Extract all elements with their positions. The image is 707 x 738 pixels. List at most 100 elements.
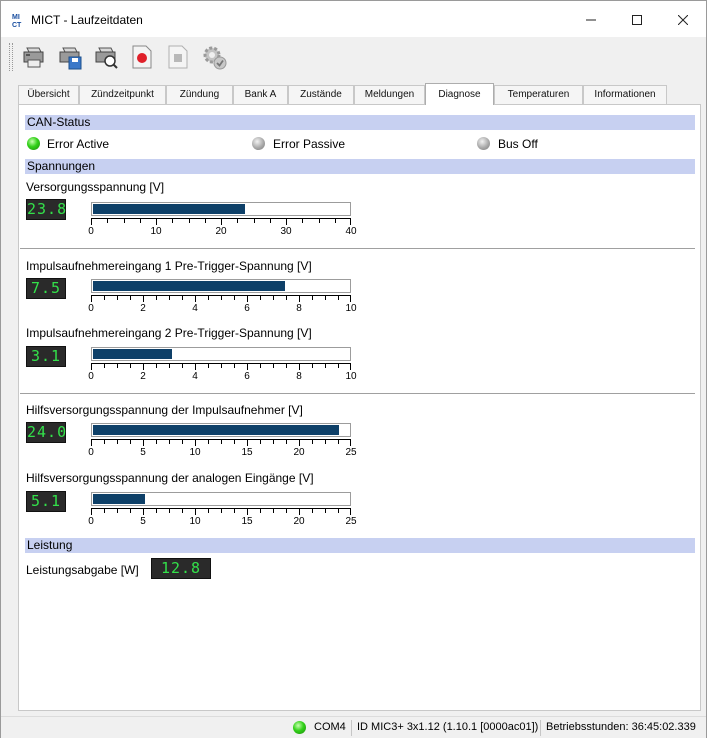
minor-tick — [221, 439, 222, 444]
record-icon — [132, 45, 152, 69]
minor-tick — [156, 439, 157, 444]
major-tick — [247, 439, 248, 446]
minor-tick — [107, 218, 108, 223]
mict-logo-icon: MI CT — [11, 12, 27, 28]
minimize-button[interactable] — [568, 1, 614, 37]
minor-tick — [189, 218, 190, 223]
minor-tick — [312, 508, 313, 513]
tick-label: 10 — [345, 371, 357, 382]
minor-tick — [130, 439, 131, 444]
major-tick — [143, 439, 144, 446]
bar-hilfsversorgung-analog — [91, 492, 351, 506]
minor-tick — [156, 295, 157, 300]
status-bar: COM4 ID MIC3+ 3x1.12 (1.10.1 [0000ac01])… — [1, 716, 706, 738]
minor-tick — [117, 363, 118, 368]
settings-button[interactable] — [199, 41, 229, 73]
minor-tick — [182, 295, 183, 300]
error-active-led-icon — [27, 137, 40, 150]
minor-tick — [273, 439, 274, 444]
minor-tick — [312, 363, 313, 368]
tick-label: 10 — [189, 516, 201, 527]
major-tick — [195, 439, 196, 446]
tick-label: 5 — [140, 516, 146, 527]
gauge-label-hilfsversorgung-impuls: Hilfsversorgungsspannung der Impulsaufne… — [26, 403, 303, 417]
tick-label: 20 — [215, 226, 227, 237]
minor-tick — [325, 363, 326, 368]
major-tick — [195, 508, 196, 515]
error-passive-label: Error Passive — [273, 137, 346, 151]
minor-tick — [104, 439, 105, 444]
bus-off-led-icon — [477, 137, 490, 150]
minor-tick — [124, 218, 125, 223]
tab-zuendzeitpunkt[interactable]: Zündzeitpunkt — [79, 85, 166, 104]
tab-zuendung[interactable]: Zündung — [166, 85, 233, 104]
bar-fill — [93, 204, 245, 214]
tick-label: 0 — [88, 447, 94, 458]
major-tick — [143, 295, 144, 302]
minor-tick — [286, 508, 287, 513]
status-separator — [540, 720, 541, 736]
major-tick — [91, 218, 92, 225]
major-tick — [195, 295, 196, 302]
minor-tick — [156, 508, 157, 513]
minor-tick — [286, 363, 287, 368]
tick-label: 8 — [296, 371, 302, 382]
minor-tick — [338, 363, 339, 368]
bar-fill — [93, 425, 339, 435]
tick-label: 6 — [244, 303, 250, 314]
minor-tick — [234, 439, 235, 444]
minor-tick — [182, 363, 183, 368]
print-button[interactable] — [19, 41, 49, 73]
tab-meldungen[interactable]: Meldungen — [354, 85, 425, 104]
tick-label: 15 — [241, 516, 253, 527]
search-print-button[interactable] — [91, 41, 121, 73]
svg-text:MI: MI — [12, 14, 20, 21]
minor-tick — [312, 295, 313, 300]
tick-label: 0 — [88, 516, 94, 527]
minor-tick — [169, 508, 170, 513]
minor-tick — [325, 439, 326, 444]
close-button[interactable] — [660, 1, 706, 37]
tick-label: 0 — [88, 371, 94, 382]
tick-label: 6 — [244, 371, 250, 382]
major-tick — [299, 508, 300, 515]
minor-tick — [254, 218, 255, 223]
bar-pre-trigger-2 — [91, 347, 351, 361]
maximize-icon — [632, 15, 642, 26]
minor-tick — [286, 439, 287, 444]
operating-hours-status: Betriebsstunden: 36:45:02.339 — [546, 721, 696, 733]
maximize-button[interactable] — [614, 1, 660, 37]
record-button[interactable] — [127, 41, 157, 73]
gauge-label-versorgungsspannung: Versorgungsspannung [V] — [26, 180, 165, 194]
minor-tick — [319, 218, 320, 223]
bar-fill — [93, 349, 172, 359]
minor-tick — [208, 363, 209, 368]
major-tick — [350, 218, 351, 225]
major-tick — [91, 439, 92, 446]
toolbar-grip[interactable] — [9, 43, 13, 71]
minor-tick — [338, 295, 339, 300]
minor-tick — [286, 295, 287, 300]
major-tick — [143, 508, 144, 515]
minor-tick — [208, 439, 209, 444]
minor-tick — [104, 508, 105, 513]
minor-tick — [273, 363, 274, 368]
tick-label: 10 — [150, 226, 162, 237]
minor-tick — [335, 218, 336, 223]
tab-informationen[interactable]: Informationen — [583, 85, 667, 104]
tab-diagnose[interactable]: Diagnose — [425, 83, 494, 105]
tick-label: 2 — [140, 371, 146, 382]
tab-temperaturen[interactable]: Temperaturen — [494, 85, 583, 104]
lcd-leistungsabgabe: 12.8 — [151, 558, 211, 579]
stop-button[interactable] — [163, 41, 193, 73]
bar-fill — [93, 281, 285, 291]
tab-bank-a[interactable]: Bank A — [233, 85, 288, 104]
axis-pre-trigger-1: 0 2 4 6 8 10 — [88, 295, 357, 314]
gauge-label-pre-trigger-1: Impulsaufnehmereingang 1 Pre-Trigger-Spa… — [26, 259, 312, 273]
major-tick — [156, 218, 157, 225]
tab-zustaende[interactable]: Zustände — [288, 85, 354, 104]
major-tick — [247, 295, 248, 302]
save-print-button[interactable] — [55, 41, 85, 73]
tab-uebersicht[interactable]: Übersicht — [18, 85, 79, 104]
tick-label: 2 — [140, 303, 146, 314]
